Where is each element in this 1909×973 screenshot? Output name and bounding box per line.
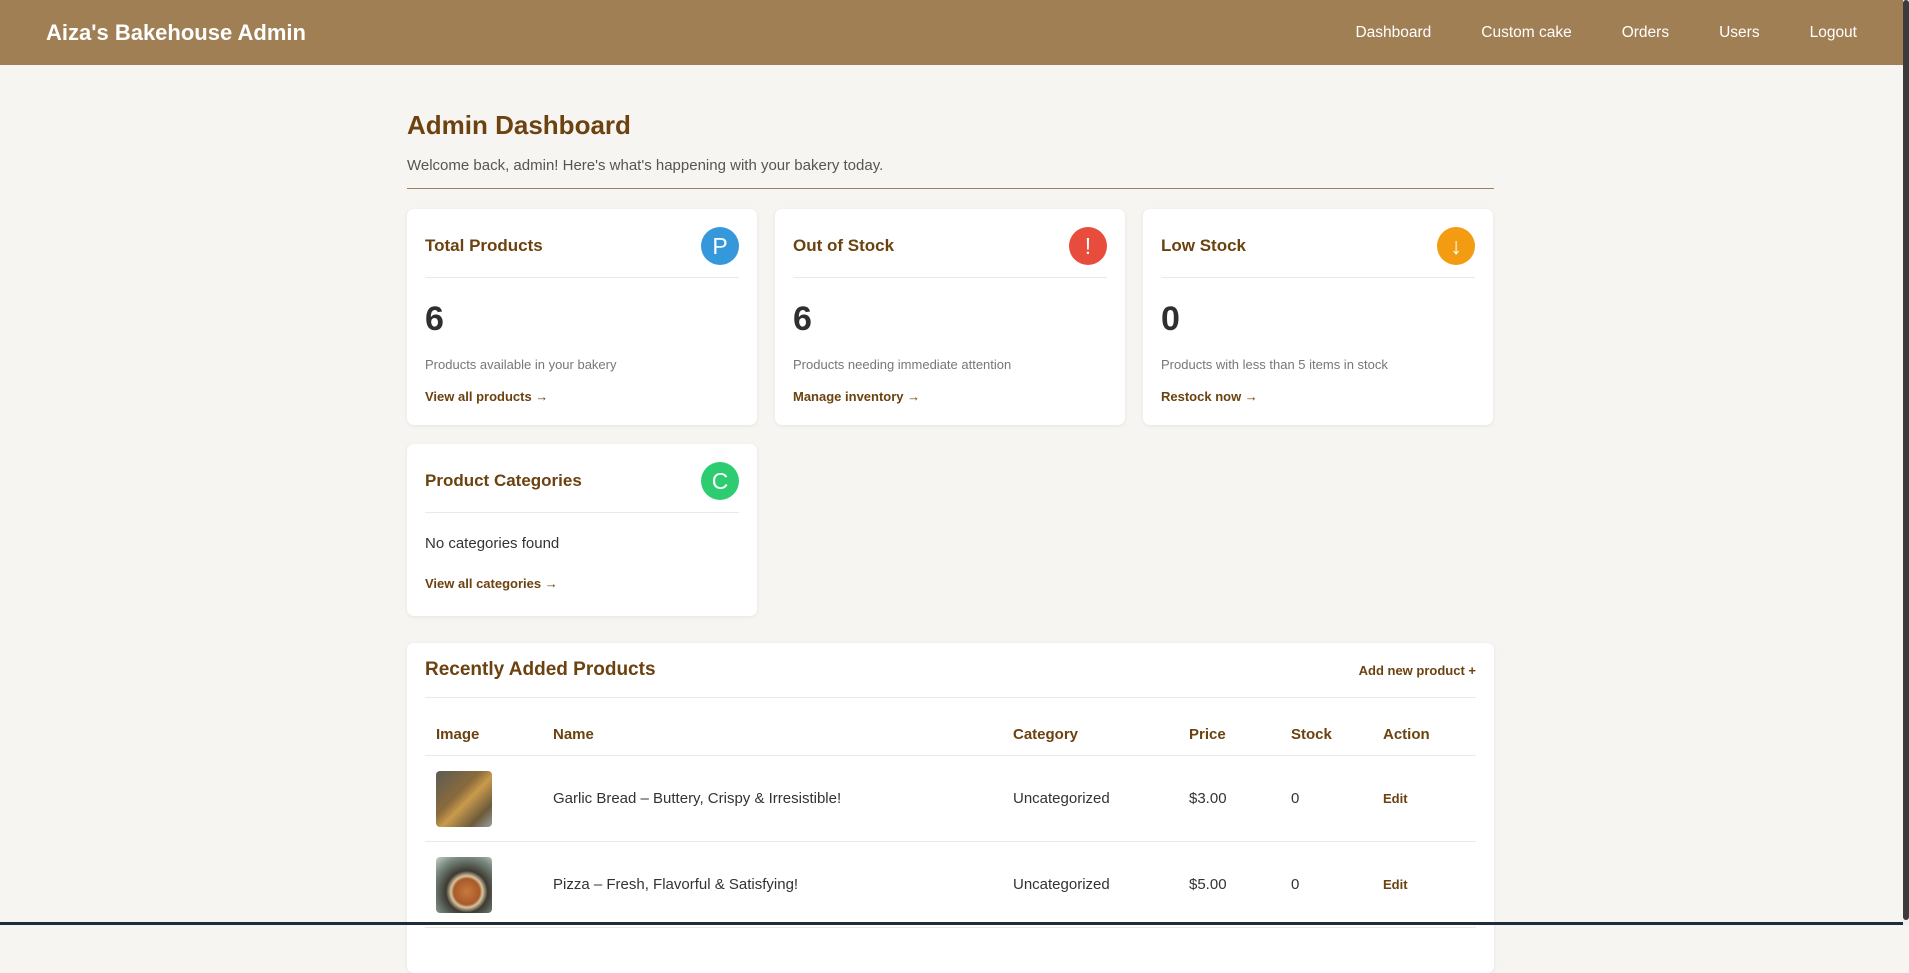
total-products-card: Total Products P 6 Products available in…: [407, 209, 757, 425]
card-header: Out of Stock !: [793, 227, 1107, 278]
product-category: Uncategorized: [1002, 842, 1178, 928]
add-new-product-link[interactable]: Add new product +: [1359, 663, 1476, 678]
stat-cards: Total Products P 6 Products available in…: [407, 209, 1494, 616]
recent-products-header: Recently Added Products Add new product …: [425, 659, 1476, 698]
page-title: Admin Dashboard: [407, 110, 1494, 141]
main-nav: Dashboard Custom cake Orders Users Logou…: [1355, 24, 1857, 42]
image-cell: [425, 842, 542, 928]
edit-button[interactable]: Edit: [1383, 791, 1408, 806]
table-row: Pizza – Fresh, Flavorful & Satisfying! U…: [425, 842, 1476, 928]
restock-now-link[interactable]: Restock now →: [1161, 389, 1475, 404]
table-row: Garlic Bread – Buttery, Crispy & Irresis…: [425, 756, 1476, 842]
view-all-categories-link[interactable]: View all categories →: [425, 576, 739, 591]
card-description: Products available in your bakery: [425, 357, 739, 372]
brand-title[interactable]: Aiza's Bakehouse Admin: [46, 20, 306, 46]
product-stock: 0: [1280, 842, 1372, 928]
top-navbar: Aiza's Bakehouse Admin Dashboard Custom …: [0, 0, 1903, 65]
action-cell: Edit: [1372, 756, 1476, 842]
edit-button[interactable]: Edit: [1383, 877, 1408, 892]
recent-products-table: Image Name Category Price Stock Action G…: [425, 698, 1476, 928]
card-header: Product Categories C: [425, 462, 739, 513]
manage-inventory-link[interactable]: Manage inventory →: [793, 389, 1107, 404]
product-categories-card: Product Categories C No categories found…: [407, 444, 757, 616]
card-title: Out of Stock: [793, 236, 894, 256]
low-stock-card: Low Stock ↓ 0 Products with less than 5 …: [1143, 209, 1493, 425]
column-header-category: Category: [1002, 698, 1178, 756]
card-header: Total Products P: [425, 227, 739, 278]
card-title: Product Categories: [425, 471, 582, 491]
product-name: Pizza – Fresh, Flavorful & Satisfying!: [542, 842, 1002, 928]
action-cell: Edit: [1372, 842, 1476, 928]
column-header-price: Price: [1178, 698, 1280, 756]
column-header-image: Image: [425, 698, 542, 756]
out-of-stock-count: 6: [793, 300, 1107, 339]
product-name: Garlic Bread – Buttery, Crispy & Irresis…: [542, 756, 1002, 842]
no-categories-text: No categories found: [425, 535, 739, 552]
product-stock: 0: [1280, 756, 1372, 842]
product-category: Uncategorized: [1002, 756, 1178, 842]
image-cell: [425, 756, 542, 842]
categories-icon: C: [701, 462, 739, 500]
vertical-scrollbar[interactable]: [1903, 0, 1909, 925]
product-price: $5.00: [1178, 842, 1280, 928]
column-header-action: Action: [1372, 698, 1476, 756]
recent-products-title: Recently Added Products: [425, 659, 656, 681]
scrollbar-thumb[interactable]: [1903, 0, 1909, 920]
main-content: Admin Dashboard Welcome back, admin! Her…: [407, 65, 1494, 973]
nav-custom-cake[interactable]: Custom cake: [1481, 24, 1571, 42]
alert-icon: !: [1069, 227, 1107, 265]
table-header-row: Image Name Category Price Stock Action: [425, 698, 1476, 756]
column-header-stock: Stock: [1280, 698, 1372, 756]
card-header: Low Stock ↓: [1161, 227, 1475, 278]
nav-orders[interactable]: Orders: [1622, 24, 1669, 42]
total-products-count: 6: [425, 300, 739, 339]
out-of-stock-card: Out of Stock ! 6 Products needing immedi…: [775, 209, 1125, 425]
nav-users[interactable]: Users: [1719, 24, 1759, 42]
card-title: Total Products: [425, 236, 543, 256]
card-title: Low Stock: [1161, 236, 1246, 256]
welcome-text: Welcome back, admin! Here's what's happe…: [407, 157, 1494, 189]
products-icon: P: [701, 227, 739, 265]
view-all-products-link[interactable]: View all products →: [425, 389, 739, 404]
pizza-thumbnail: [436, 857, 492, 913]
card-description: Products needing immediate attention: [793, 357, 1107, 372]
product-price: $3.00: [1178, 756, 1280, 842]
nav-dashboard[interactable]: Dashboard: [1355, 24, 1431, 42]
card-description: Products with less than 5 items in stock: [1161, 357, 1475, 372]
garlic-bread-thumbnail: [436, 771, 492, 827]
column-header-name: Name: [542, 698, 1002, 756]
nav-logout[interactable]: Logout: [1810, 24, 1857, 42]
arrow-down-icon: ↓: [1437, 227, 1475, 265]
low-stock-count: 0: [1161, 300, 1475, 339]
